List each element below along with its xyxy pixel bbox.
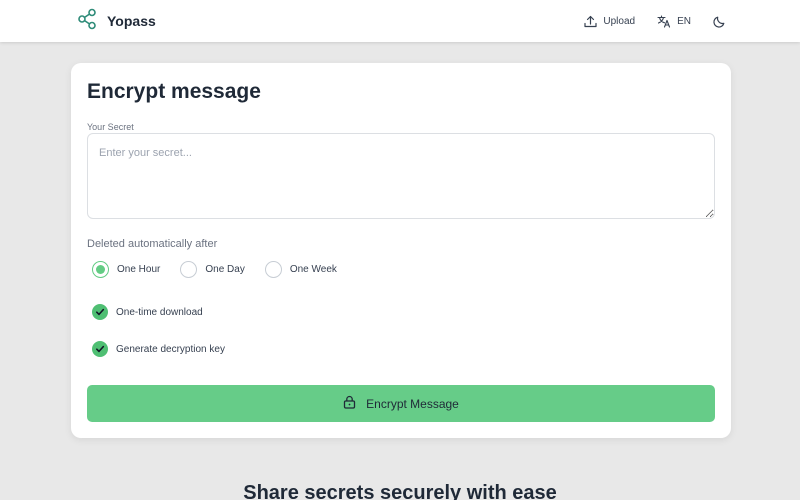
translate-icon: [657, 14, 671, 28]
theme-toggle[interactable]: [713, 15, 726, 28]
secret-label: Your Secret: [87, 122, 134, 132]
one-time-download-label: One-time download: [116, 306, 203, 318]
share-nodes-icon: [77, 8, 99, 35]
radio-dot: [96, 265, 105, 274]
generate-key-label: Generate decryption key: [116, 343, 225, 355]
language-label: EN: [677, 15, 691, 27]
brand[interactable]: Yopass: [77, 8, 156, 35]
expiry-radio-group: One Hour One Day One Week: [92, 261, 357, 278]
expiry-label: Deleted automatically after: [87, 238, 218, 250]
brand-name: Yopass: [107, 13, 156, 29]
language-button[interactable]: EN: [657, 14, 691, 28]
page-title: Encrypt message: [87, 80, 261, 103]
radio-circle[interactable]: [180, 261, 198, 278]
checkmark-icon[interactable]: [92, 341, 108, 357]
upload-icon: [584, 15, 597, 28]
encrypt-button-label: Encrypt Message: [366, 396, 459, 411]
nav-actions: Upload EN: [584, 0, 726, 42]
radio-one-week[interactable]: One Week: [264, 261, 337, 278]
encrypt-card: Encrypt message Your Secret Deleted auto…: [71, 63, 731, 438]
generate-key-checkbox[interactable]: Generate decryption key: [92, 341, 225, 357]
upload-button[interactable]: Upload: [584, 15, 635, 28]
radio-one-hour[interactable]: One Hour: [92, 261, 160, 278]
radio-one-day[interactable]: One Day: [180, 261, 245, 278]
radio-circle[interactable]: [264, 261, 282, 278]
lock-icon: [343, 395, 356, 412]
navbar: Yopass Upload EN: [0, 0, 800, 42]
moon-icon: [713, 15, 726, 28]
section-heading: Share secrets securely with ease: [243, 482, 557, 500]
upload-label: Upload: [603, 15, 636, 27]
checkmark-icon[interactable]: [92, 304, 108, 320]
radio-label-one-day: One Day: [205, 264, 245, 275]
radio-circle-checked[interactable]: [92, 261, 109, 278]
secret-input[interactable]: [87, 133, 715, 219]
one-time-download-checkbox[interactable]: One-time download: [92, 304, 203, 320]
radio-label-one-hour: One Hour: [117, 264, 161, 275]
encrypt-message-button[interactable]: Encrypt Message: [87, 385, 715, 422]
radio-label-one-week: One Week: [289, 264, 337, 275]
